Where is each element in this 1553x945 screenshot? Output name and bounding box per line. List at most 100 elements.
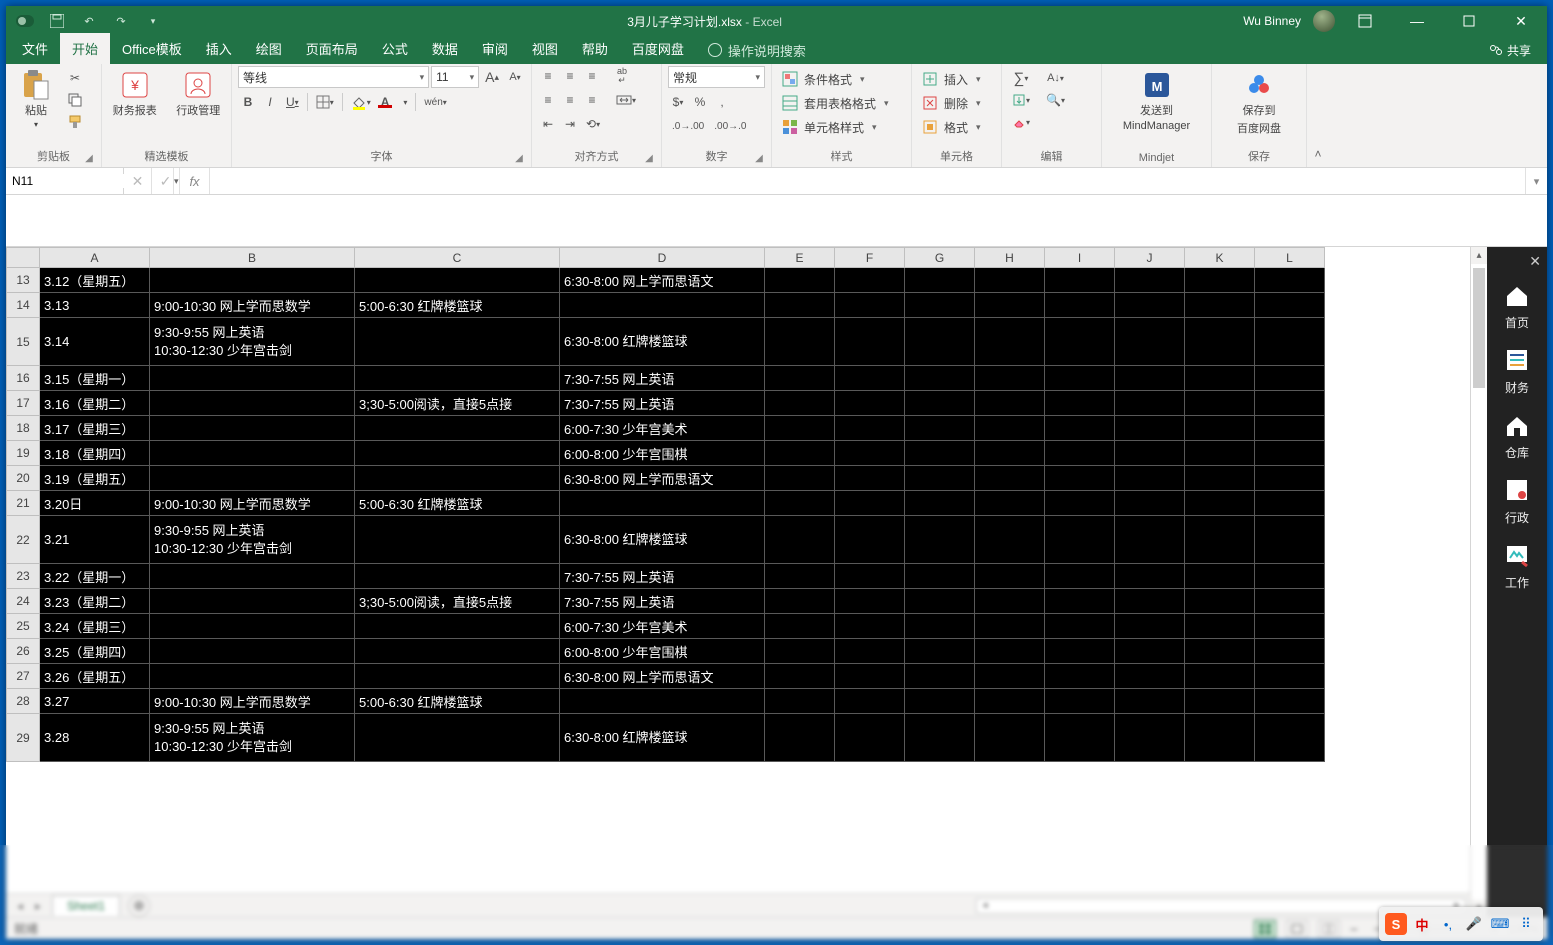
- tab-开始[interactable]: 开始: [60, 33, 110, 64]
- cell-C22[interactable]: [355, 516, 560, 564]
- cell-B23[interactable]: [150, 564, 355, 589]
- col-header-A[interactable]: A: [40, 248, 150, 268]
- cell-H16[interactable]: [975, 366, 1045, 391]
- vertical-scrollbar[interactable]: ▴ ▾: [1470, 247, 1487, 917]
- cell-G27[interactable]: [905, 664, 975, 689]
- cell-B21[interactable]: 9:00-10:30 网上学而思数学: [150, 491, 355, 516]
- cell-I20[interactable]: [1045, 466, 1115, 491]
- accounting-format-icon[interactable]: $▾: [668, 92, 688, 112]
- shrink-font-icon[interactable]: A▾: [505, 67, 525, 87]
- sidepanel-item-首页[interactable]: 首页: [1500, 274, 1534, 339]
- cell-H19[interactable]: [975, 441, 1045, 466]
- conditional-format-button[interactable]: 条件格式▾: [778, 68, 905, 90]
- cell-E23[interactable]: [765, 564, 835, 589]
- increase-indent-icon[interactable]: ⇥: [560, 114, 580, 134]
- view-page-break-icon[interactable]: [1318, 920, 1340, 938]
- phonetic-button[interactable]: wén▾: [420, 92, 450, 112]
- paste-button[interactable]: 粘贴▾: [12, 66, 60, 129]
- col-header-K[interactable]: K: [1185, 248, 1255, 268]
- cell-L23[interactable]: [1255, 564, 1325, 589]
- add-sheet-button[interactable]: ⊕: [128, 895, 150, 917]
- bold-button[interactable]: B: [238, 92, 258, 112]
- orientation-icon[interactable]: ⟲▾: [582, 114, 604, 134]
- cell-K22[interactable]: [1185, 516, 1255, 564]
- cell-I25[interactable]: [1045, 614, 1115, 639]
- cell-A26[interactable]: 3.25（星期四）: [40, 639, 150, 664]
- cell-K27[interactable]: [1185, 664, 1255, 689]
- cell-H27[interactable]: [975, 664, 1045, 689]
- cell-F25[interactable]: [835, 614, 905, 639]
- col-header-I[interactable]: I: [1045, 248, 1115, 268]
- cell-D29[interactable]: 6:30-8:00 红牌楼篮球: [560, 714, 765, 762]
- increase-decimal-icon[interactable]: .0→.00: [668, 116, 708, 136]
- cell-D22[interactable]: 6:30-8:00 红牌楼篮球: [560, 516, 765, 564]
- cell-A18[interactable]: 3.17（星期三）: [40, 416, 150, 441]
- autosum-icon[interactable]: ∑▾: [1008, 68, 1034, 88]
- cell-G15[interactable]: [905, 318, 975, 366]
- col-header-C[interactable]: C: [355, 248, 560, 268]
- cell-C29[interactable]: [355, 714, 560, 762]
- cell-C17[interactable]: 3;30-5:00阅读，直接5点接: [355, 391, 560, 416]
- number-format-combo[interactable]: 常规▾: [668, 66, 765, 88]
- align-bottom-icon[interactable]: ≡: [582, 66, 602, 86]
- cell-H25[interactable]: [975, 614, 1045, 639]
- align-center-icon[interactable]: ≡: [560, 90, 580, 110]
- redo-icon[interactable]: ↷: [108, 8, 134, 34]
- cell-G14[interactable]: [905, 293, 975, 318]
- cell-D26[interactable]: 6:00-8:00 少年宫围棋: [560, 639, 765, 664]
- fill-icon[interactable]: ▾: [1008, 90, 1034, 110]
- cell-D17[interactable]: 7:30-7:55 网上英语: [560, 391, 765, 416]
- cell-L18[interactable]: [1255, 416, 1325, 441]
- cell-A25[interactable]: 3.24（星期三）: [40, 614, 150, 639]
- cell-E29[interactable]: [765, 714, 835, 762]
- cell-C28[interactable]: 5:00-6:30 红牌楼篮球: [355, 689, 560, 714]
- cell-J20[interactable]: [1115, 466, 1185, 491]
- cell-H26[interactable]: [975, 639, 1045, 664]
- cell-H28[interactable]: [975, 689, 1045, 714]
- cell-J13[interactable]: [1115, 268, 1185, 293]
- cell-I14[interactable]: [1045, 293, 1115, 318]
- cell-J19[interactable]: [1115, 441, 1185, 466]
- cell-H23[interactable]: [975, 564, 1045, 589]
- col-header-L[interactable]: L: [1255, 248, 1325, 268]
- delete-cells-button[interactable]: 删除▾: [918, 92, 995, 114]
- decrease-decimal-icon[interactable]: .00→.0: [710, 116, 750, 136]
- cell-G23[interactable]: [905, 564, 975, 589]
- cell-J25[interactable]: [1115, 614, 1185, 639]
- sidepanel-item-工作[interactable]: 工作: [1500, 534, 1534, 599]
- cell-I15[interactable]: [1045, 318, 1115, 366]
- cell-A17[interactable]: 3.16（星期二）: [40, 391, 150, 416]
- cell-E17[interactable]: [765, 391, 835, 416]
- tab-视图[interactable]: 视图: [520, 33, 570, 64]
- cell-H24[interactable]: [975, 589, 1045, 614]
- decrease-indent-icon[interactable]: ⇤: [538, 114, 558, 134]
- cell-F18[interactable]: [835, 416, 905, 441]
- cell-A28[interactable]: 3.27: [40, 689, 150, 714]
- cell-J15[interactable]: [1115, 318, 1185, 366]
- cell-C20[interactable]: [355, 466, 560, 491]
- cell-D20[interactable]: 6:30-8:00 网上学而思语文: [560, 466, 765, 491]
- collapse-ribbon-icon[interactable]: ˄: [1307, 64, 1329, 167]
- cell-B17[interactable]: [150, 391, 355, 416]
- dialog-launcher-icon[interactable]: ◢: [513, 153, 525, 165]
- cell-L29[interactable]: [1255, 714, 1325, 762]
- cell-H15[interactable]: [975, 318, 1045, 366]
- cell-I26[interactable]: [1045, 639, 1115, 664]
- cell-L20[interactable]: [1255, 466, 1325, 491]
- cell-I22[interactable]: [1045, 516, 1115, 564]
- cell-K15[interactable]: [1185, 318, 1255, 366]
- cell-J26[interactable]: [1115, 639, 1185, 664]
- ime-mic-icon[interactable]: 🎤: [1463, 913, 1485, 935]
- table-format-button[interactable]: 套用表格格式▾: [778, 92, 905, 114]
- col-header-J[interactable]: J: [1115, 248, 1185, 268]
- select-all-corner[interactable]: [7, 248, 40, 268]
- cell-G29[interactable]: [905, 714, 975, 762]
- comma-format-icon[interactable]: ,: [712, 92, 732, 112]
- cell-B24[interactable]: [150, 589, 355, 614]
- cell-F24[interactable]: [835, 589, 905, 614]
- tab-插入[interactable]: 插入: [194, 33, 244, 64]
- cell-B14[interactable]: 9:00-10:30 网上学而思数学: [150, 293, 355, 318]
- cell-A29[interactable]: 3.28: [40, 714, 150, 762]
- cell-H29[interactable]: [975, 714, 1045, 762]
- cell-J24[interactable]: [1115, 589, 1185, 614]
